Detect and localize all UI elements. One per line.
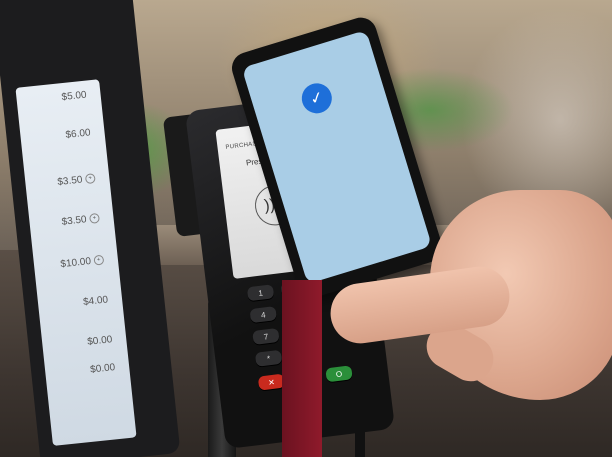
key-1[interactable]: 1 bbox=[246, 284, 275, 302]
price-item: $4.00 bbox=[82, 293, 109, 308]
price-item[interactable]: $10.00 + bbox=[33, 244, 119, 281]
price-item[interactable]: $3.50 + bbox=[28, 202, 114, 239]
price-item[interactable]: $3.50 + bbox=[24, 163, 110, 200]
hand bbox=[326, 190, 612, 410]
add-icon: + bbox=[93, 254, 105, 266]
add-icon: + bbox=[84, 173, 96, 185]
kiosk-screen: $5.00 $6.00 $3.50 + $3.50 + $10.00 + $4.00 … bbox=[15, 79, 137, 446]
payment-scene: $5.00 $6.00 $3.50 + $3.50 + $10.00 + $4.00 … bbox=[0, 0, 612, 457]
price-item: $6.00 bbox=[65, 126, 92, 141]
sleeve bbox=[282, 280, 322, 457]
key-star[interactable]: * bbox=[254, 349, 283, 367]
add-icon: + bbox=[88, 212, 100, 224]
key-7[interactable]: 7 bbox=[252, 327, 280, 345]
key-4[interactable]: 4 bbox=[249, 306, 277, 324]
checkmark-icon: ✓ bbox=[298, 79, 336, 118]
price-item: $5.00 bbox=[61, 89, 88, 103]
